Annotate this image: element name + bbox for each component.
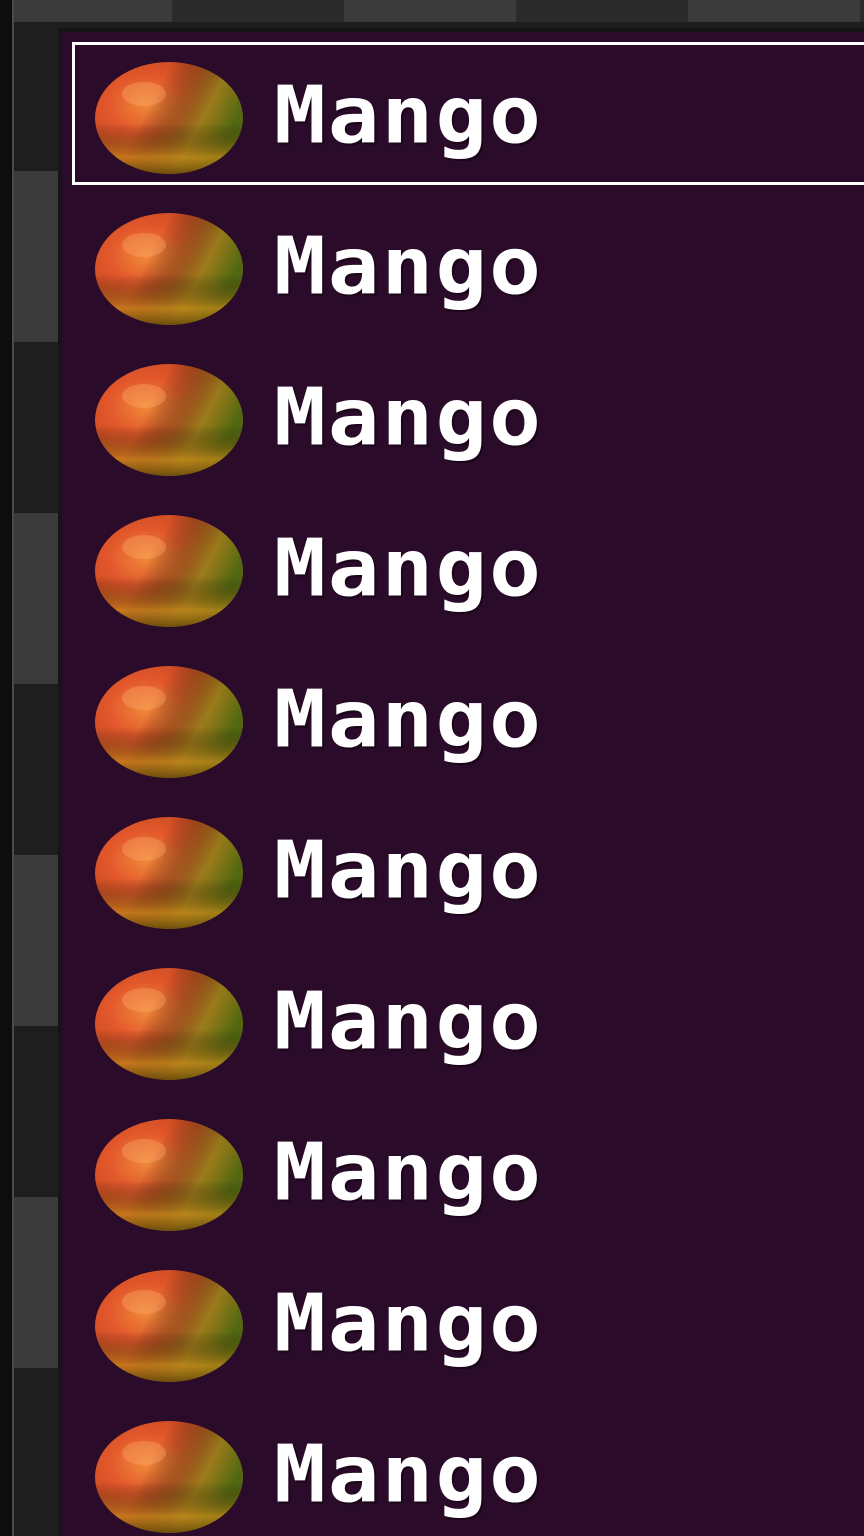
inventory-item[interactable]: Mango: [70, 493, 864, 644]
mango-icon: [95, 967, 243, 1080]
mango-icon: [95, 212, 243, 325]
window-edge: [0, 0, 14, 1536]
mango-icon: [95, 1269, 243, 1382]
inventory-item[interactable]: Mango: [70, 644, 864, 795]
inventory-item[interactable]: Mango: [70, 40, 864, 191]
inventory-item[interactable]: Mango: [70, 946, 864, 1097]
mango-icon: [95, 514, 243, 627]
mango-icon: [95, 665, 243, 778]
item-label: Mango: [274, 69, 543, 162]
inventory-list: Mango Mango Mango Mango Mango Mango Mang…: [70, 40, 864, 1536]
item-label: Mango: [274, 824, 543, 917]
item-label: Mango: [274, 975, 543, 1068]
item-label: Mango: [274, 1428, 543, 1521]
mango-icon: [95, 1420, 243, 1533]
mango-icon: [95, 363, 243, 476]
inventory-item[interactable]: Mango: [70, 795, 864, 946]
inventory-item[interactable]: Mango: [70, 1097, 864, 1248]
item-label: Mango: [274, 1277, 543, 1370]
mango-icon: [95, 816, 243, 929]
mango-icon: [95, 1118, 243, 1231]
item-label: Mango: [274, 371, 543, 464]
item-label: Mango: [274, 673, 543, 766]
inventory-item[interactable]: Mango: [70, 1399, 864, 1536]
item-label: Mango: [274, 220, 543, 313]
inventory-item[interactable]: Mango: [70, 191, 864, 342]
game-screen: Mango Mango Mango Mango Mango Mango Mang…: [0, 0, 864, 1536]
item-label: Mango: [274, 522, 543, 615]
background-strip: [0, 0, 864, 22]
mango-icon: [95, 61, 243, 174]
item-label: Mango: [274, 1126, 543, 1219]
inventory-item[interactable]: Mango: [70, 1248, 864, 1399]
inventory-item[interactable]: Mango: [70, 342, 864, 493]
